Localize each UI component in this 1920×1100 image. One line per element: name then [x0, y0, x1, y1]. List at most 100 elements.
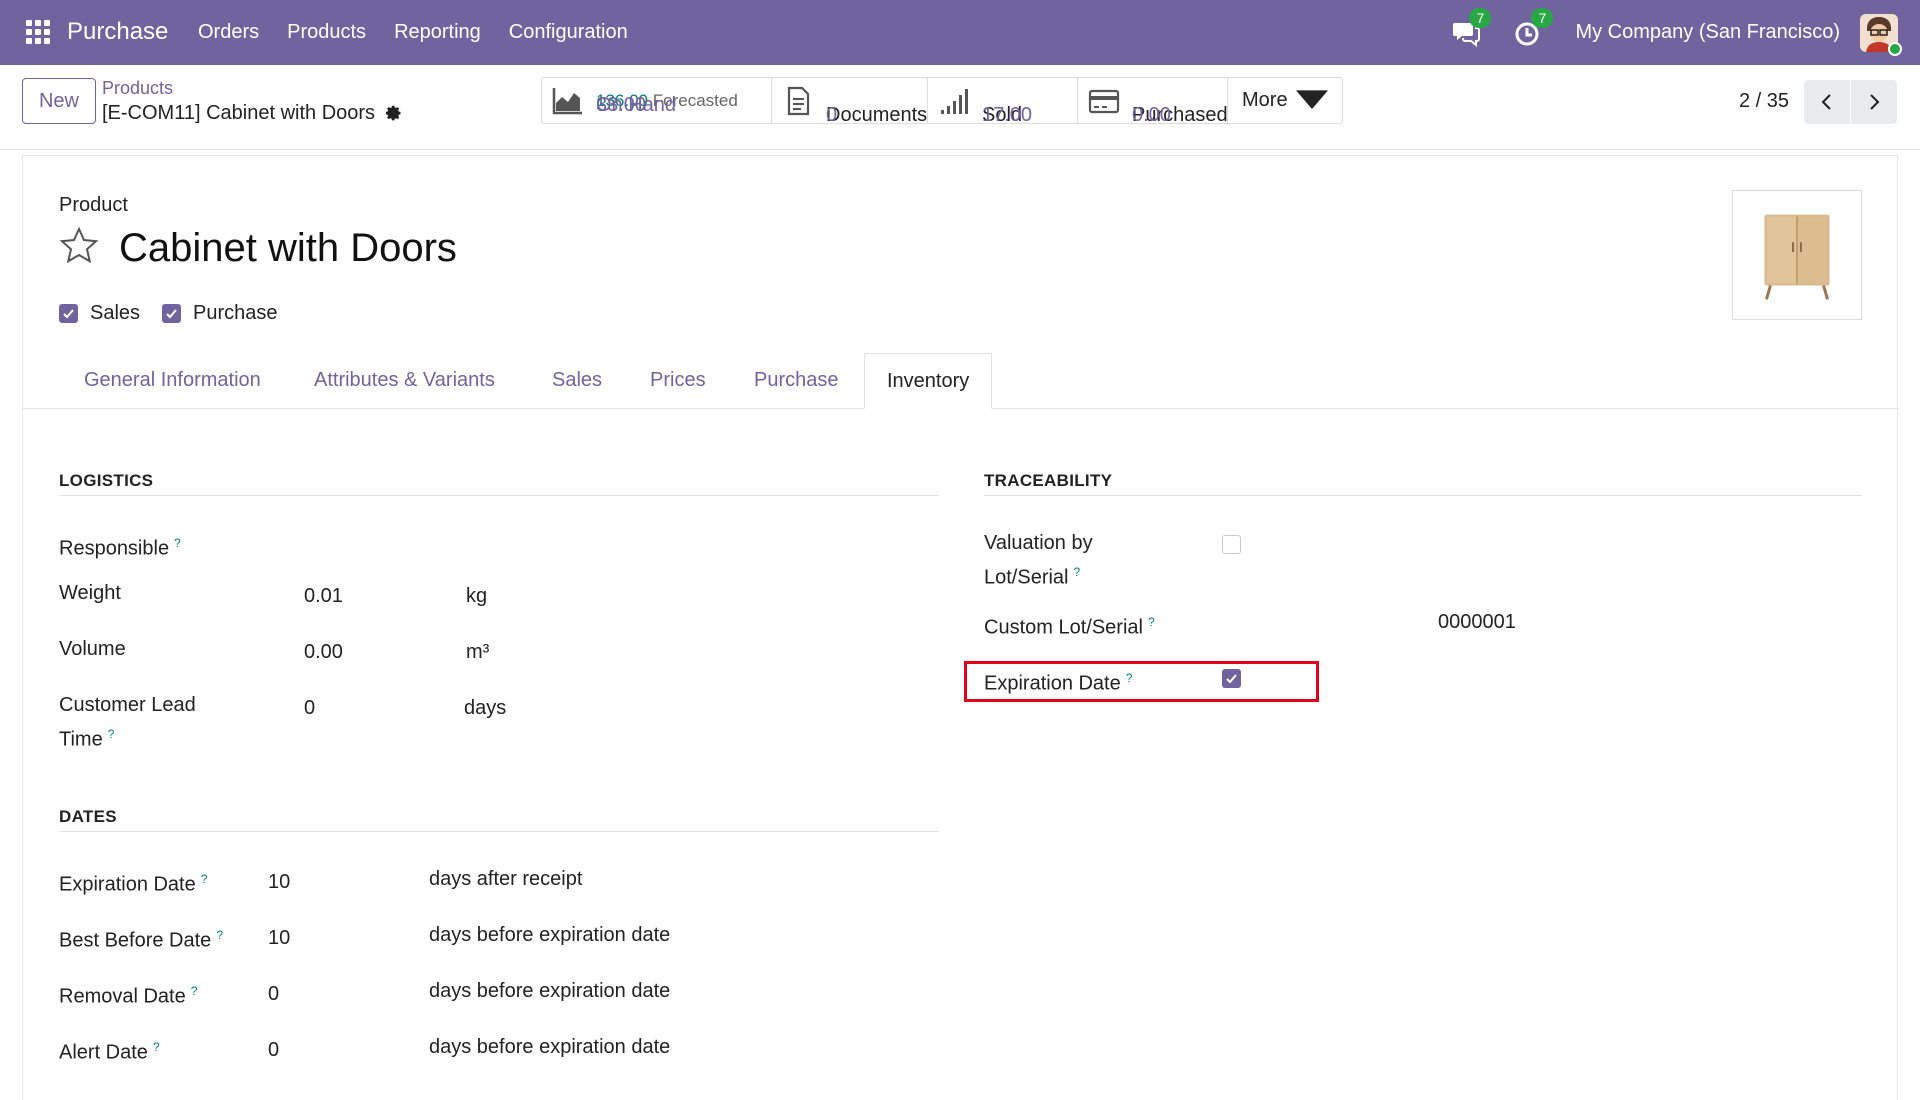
help-icon[interactable]: ? — [1074, 565, 1081, 579]
activities-badge: 7 — [1531, 7, 1554, 28]
valuation-by-lot-label-line2: Lot/Serial — [984, 566, 1069, 589]
breadcrumb-current-label: [E-COM11] Cabinet with Doors — [102, 102, 376, 124]
help-icon[interactable]: ? — [216, 928, 223, 942]
help-icon[interactable]: ? — [174, 536, 181, 550]
best-before-label-text: Best Before Date — [59, 929, 212, 952]
documents-value: 0 — [826, 103, 838, 126]
tab-attributes-variants[interactable]: Attributes & Variants — [314, 353, 495, 409]
tab-sales[interactable]: Sales — [552, 353, 602, 409]
company-switcher[interactable]: My Company (San Francisco) — [1575, 21, 1840, 44]
dates-divider — [59, 831, 939, 832]
valuation-by-lot-label: Valuation by Lot/Serial? — [984, 529, 1093, 593]
purchase-checkbox[interactable] — [162, 304, 182, 323]
favorite-star-icon[interactable] — [59, 226, 99, 266]
volume-label: Volume — [59, 638, 126, 660]
alert-time-label-text: Alert Date — [59, 1041, 148, 1064]
control-panel: New Products [E-COM11] Cabinet with Door… — [0, 65, 1920, 150]
on-hand-label: On Hand — [596, 93, 677, 116]
app-name[interactable]: Purchase — [67, 18, 168, 46]
purchased-button[interactable]: Purchased 0.00 — [1078, 78, 1228, 126]
user-avatar[interactable] — [1860, 13, 1902, 56]
weight-input[interactable]: 0.01 — [304, 582, 343, 611]
expiration-time-unit: days after receipt — [429, 868, 583, 890]
top-navbar: Purchase Orders Products Reporting Confi… — [0, 0, 1920, 65]
alert-time-label: Alert Date? — [59, 1033, 160, 1068]
check-icon — [63, 309, 74, 319]
product-image[interactable] — [1732, 190, 1862, 320]
smart-buttons: 33.00 On Hand 136.00 Forecasted Document… — [541, 77, 1343, 126]
tab-inventory[interactable]: Inventory — [864, 353, 993, 409]
breadcrumb-products[interactable]: Products — [102, 78, 173, 99]
caret-down-icon — [1295, 89, 1328, 109]
responsible-label: Responsible? — [59, 529, 181, 564]
best-before-label: Best Before Date? — [59, 921, 223, 956]
activities-button[interactable]: 7 — [1513, 7, 1554, 48]
weight-label: Weight — [59, 582, 121, 604]
removal-time-input[interactable]: 0 — [268, 980, 279, 1009]
removal-time-label: Removal Date? — [59, 977, 197, 1012]
more-button[interactable]: More — [1228, 78, 1342, 123]
menu-products[interactable]: Products — [287, 21, 366, 44]
gear-icon[interactable] — [385, 105, 403, 123]
new-button[interactable]: New — [22, 78, 96, 124]
volume-input[interactable]: 0.00 — [304, 638, 343, 667]
on-hand-button[interactable]: 33.00 On Hand 136.00 Forecasted — [542, 78, 772, 123]
purchase-checkbox-label: Purchase — [193, 302, 278, 324]
custom-lot-serial-input[interactable]: 0000001 — [1438, 608, 1516, 637]
breadcrumb-current: [E-COM11] Cabinet with Doors — [102, 102, 403, 125]
responsible-label-text: Responsible — [59, 537, 170, 560]
tab-purchase[interactable]: Purchase — [754, 353, 839, 409]
can-be-sold-option[interactable]: Sales — [59, 302, 140, 325]
purchased-value: 0.00 — [1132, 103, 1171, 126]
help-icon[interactable]: ? — [153, 1040, 160, 1054]
can-be-purchased-option[interactable]: Purchase — [162, 302, 278, 325]
customer-lead-time-label-line2: Time — [59, 728, 103, 751]
documents-button[interactable]: Documents 0 — [772, 78, 928, 126]
documents-label: Documents — [826, 103, 928, 126]
credit-card-icon — [1088, 89, 1120, 113]
customer-lead-time-label: Customer Lead Time? — [59, 691, 196, 755]
sold-button[interactable]: Sold 17.00 — [928, 78, 1078, 126]
product-type-label: Product — [59, 194, 128, 216]
menu-orders[interactable]: Orders — [198, 21, 259, 44]
help-icon[interactable]: ? — [108, 727, 115, 741]
menu-reporting[interactable]: Reporting — [394, 21, 481, 44]
document-icon — [787, 86, 810, 115]
help-icon[interactable]: ? — [1148, 615, 1155, 629]
customer-lead-time-input[interactable]: 0 — [304, 694, 315, 723]
more-label: More — [1242, 89, 1288, 111]
logistics-heading: LOGISTICS — [59, 471, 154, 490]
sales-checkbox-label: Sales — [90, 302, 141, 324]
customer-lead-time-unit: days — [464, 697, 507, 719]
expiration-time-input[interactable]: 10 — [268, 868, 290, 897]
app-grid-icon[interactable] — [26, 20, 50, 44]
chevron-right-icon — [1870, 94, 1880, 110]
sales-checkbox[interactable] — [59, 304, 78, 323]
area-chart-icon — [552, 87, 582, 114]
alert-time-input[interactable]: 0 — [268, 1036, 279, 1065]
previous-record-button[interactable] — [1804, 80, 1850, 124]
product-flags: Sales Purchase — [59, 302, 278, 325]
valuation-by-lot-checkbox[interactable] — [1222, 535, 1241, 554]
alert-time-unit: days before expiration date — [429, 1036, 671, 1058]
messages-button[interactable]: 7 — [1451, 7, 1492, 48]
help-icon[interactable]: ? — [191, 984, 198, 998]
form-tabs: General Information Attributes & Variant… — [23, 353, 1899, 409]
expiration-time-label: Expiration Date? — [59, 865, 207, 900]
next-record-button[interactable] — [1851, 80, 1897, 124]
removal-time-label-text: Removal Date — [59, 985, 186, 1008]
pager-value[interactable]: 2 / 35 — [1739, 90, 1789, 113]
check-icon — [166, 309, 177, 319]
menu-configuration[interactable]: Configuration — [509, 21, 628, 44]
best-before-input[interactable]: 10 — [268, 924, 290, 953]
product-name[interactable]: Cabinet with Doors — [119, 226, 457, 271]
best-before-unit: days before expiration date — [429, 924, 671, 946]
tab-general-information[interactable]: General Information — [84, 353, 261, 409]
online-status-dot — [1888, 41, 1902, 56]
tab-prices[interactable]: Prices — [650, 353, 706, 409]
cabinet-image — [1764, 214, 1830, 300]
valuation-by-lot-label-line1: Valuation by — [984, 532, 1093, 554]
volume-unit: m³ — [466, 641, 490, 663]
custom-lot-serial-label: Custom Lot/Serial? — [984, 608, 1155, 643]
help-icon[interactable]: ? — [201, 872, 208, 886]
